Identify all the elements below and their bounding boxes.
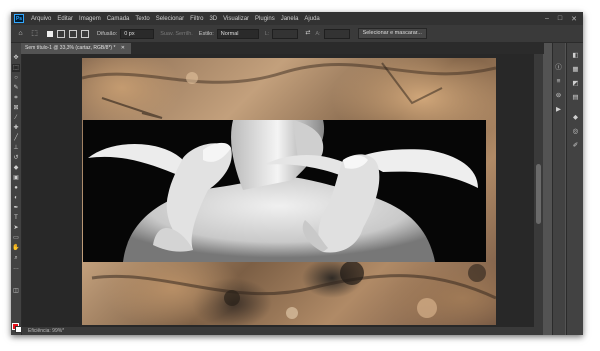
menu-filtro[interactable]: Filtro <box>187 16 206 22</box>
tools-panel: ✥ ⬚ ○ ✎ ⌗ ⊠ ⁄ ✚ ╱ ⊥ ↺ ◆ ▣ ● ◐ ✒ T ➤ ▭ ✋ … <box>11 43 22 335</box>
quick-mask-icon[interactable]: ◫ <box>12 287 20 295</box>
path-select-icon[interactable]: ➤ <box>12 224 20 232</box>
intersect-selection-icon[interactable] <box>81 29 89 38</box>
healing-icon[interactable]: ✚ <box>12 124 20 132</box>
close-tab-icon[interactable]: ✕ <box>121 45 125 51</box>
shape-icon[interactable]: ▭ <box>12 234 20 242</box>
marquee-preset-icon[interactable]: ⬚ <box>30 29 39 38</box>
document-tab-bar: Sem título-1 @ 33,3% (cartaz, RGB/8*) * … <box>21 43 544 54</box>
stamp-icon[interactable]: ⊥ <box>12 144 20 152</box>
altura-input[interactable] <box>323 28 350 39</box>
status-bar: Eficiência: 99%* <box>22 327 543 335</box>
zoom-icon[interactable]: ⌕ <box>12 254 20 262</box>
menu-3d[interactable]: 3D <box>206 16 220 22</box>
lasso-icon[interactable]: ○ <box>12 74 20 82</box>
patterns-icon[interactable]: ▤ <box>571 93 580 102</box>
panel-dock-1: ⓘ ≡ ⊚ ▶ <box>552 43 565 335</box>
add-selection-icon[interactable] <box>57 29 65 38</box>
menu-bar: Ps Arquivo Editar Imagem Camada Texto Se… <box>11 12 583 25</box>
doves-photo <box>83 120 486 262</box>
menu-imagem[interactable]: Imagem <box>76 16 104 22</box>
largura-input[interactable] <box>272 28 299 39</box>
document-canvas[interactable] <box>82 58 496 325</box>
largura-label: L: <box>264 30 270 37</box>
estilo-select[interactable]: Normal <box>216 28 259 39</box>
background-color-swatch[interactable] <box>15 326 22 333</box>
document-tab[interactable]: Sem título-1 @ 33,3% (cartaz, RGB/8*) * … <box>21 43 131 54</box>
hand-icon[interactable]: ✋ <box>12 244 20 252</box>
paths-icon[interactable]: ✐ <box>571 141 580 150</box>
properties-icon[interactable]: ≡ <box>554 77 563 86</box>
crop-icon[interactable]: ⌗ <box>12 94 20 102</box>
difusao-input[interactable]: 0 px <box>120 28 155 39</box>
difusao-label: Difusão: <box>97 30 118 37</box>
gradient-icon[interactable]: ▣ <box>12 174 20 182</box>
estilo-label: Estilo: <box>198 30 214 37</box>
photo-layer[interactable] <box>83 120 486 262</box>
blur-icon[interactable]: ● <box>12 184 20 192</box>
scrollbar-thumb[interactable] <box>536 164 541 224</box>
marquee-icon[interactable]: ⬚ <box>12 64 20 72</box>
menu-selecionar[interactable]: Selecionar <box>153 16 187 22</box>
eyedropper-icon[interactable]: ⁄ <box>12 114 20 122</box>
options-bar: ⌂ ⬚ Difusão: 0 px Suav. Serrilh. Estilo:… <box>11 25 583 43</box>
photoshop-window: Ps Arquivo Editar Imagem Camada Texto Se… <box>11 12 583 335</box>
gradients-icon[interactable]: ◩ <box>571 79 580 88</box>
menu-janela[interactable]: Janela <box>278 16 302 22</box>
move-icon[interactable]: ✥ <box>12 54 20 62</box>
eraser-icon[interactable]: ◆ <box>12 164 20 172</box>
menu-arquivo[interactable]: Arquivo <box>28 16 54 22</box>
more-tools-icon[interactable]: … <box>12 264 20 272</box>
subtract-selection-icon[interactable] <box>69 29 77 38</box>
adjust-icon[interactable]: ⊚ <box>554 91 563 100</box>
info-icon[interactable]: ⓘ <box>554 63 563 72</box>
home-icon[interactable]: ⌂ <box>16 29 25 38</box>
swatches-icon[interactable]: ▦ <box>571 65 580 74</box>
menu-editar[interactable]: Editar <box>54 16 76 22</box>
color-icon[interactable]: ◧ <box>571 51 580 60</box>
pen-icon[interactable]: ✒ <box>12 204 20 212</box>
menu-camada[interactable]: Camada <box>104 16 133 22</box>
channels-icon[interactable]: ◎ <box>571 127 580 136</box>
frame-icon[interactable]: ⊠ <box>12 104 20 112</box>
panel-gap <box>544 43 552 335</box>
menu-visualizar[interactable]: Visualizar <box>220 16 252 22</box>
new-selection-icon[interactable] <box>47 30 53 37</box>
vertical-scrollbar[interactable] <box>534 54 543 327</box>
menu-texto[interactable]: Texto <box>132 16 152 22</box>
suav-serrilh-checkbox[interactable]: Suav. Serrilh. <box>160 31 193 37</box>
close-button[interactable]: ✕ <box>571 15 577 23</box>
menu-ajuda[interactable]: Ajuda <box>301 16 322 22</box>
altura-label: A: <box>315 30 321 37</box>
menu-plugins[interactable]: Plugins <box>252 16 278 22</box>
swap-icon[interactable]: ⇄ <box>303 29 312 38</box>
canvas-area[interactable] <box>22 54 543 327</box>
dodge-icon[interactable]: ◐ <box>12 194 20 202</box>
select-and-mask-button[interactable]: Selecionar e mascarar... <box>357 28 427 39</box>
panel-dock-2: ◧ ▦ ◩ ▤ ◆ ◎ ✐ <box>566 43 583 335</box>
play-icon[interactable]: ▶ <box>554 105 563 114</box>
maximize-button[interactable]: □ <box>558 15 562 23</box>
quick-select-icon[interactable]: ✎ <box>12 84 20 92</box>
efficiency-status[interactable]: Eficiência: 99%* <box>28 328 64 334</box>
layers-icon[interactable]: ◆ <box>571 113 580 122</box>
brush-icon[interactable]: ╱ <box>12 134 20 142</box>
history-brush-icon[interactable]: ↺ <box>12 154 20 162</box>
document-tab-title: Sem título-1 @ 33,3% (cartaz, RGB/8*) * <box>25 45 116 51</box>
photoshop-logo: Ps <box>14 14 24 23</box>
type-icon[interactable]: T <box>12 214 20 222</box>
minimize-button[interactable]: – <box>545 15 549 23</box>
